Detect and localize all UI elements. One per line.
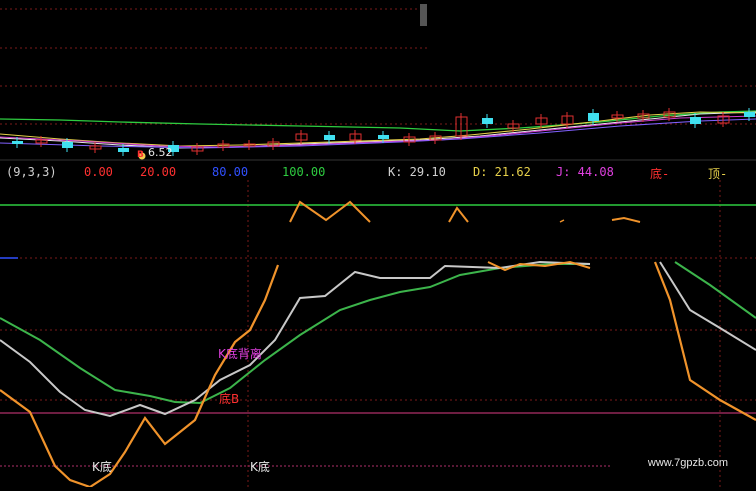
stock-chart bbox=[0, 8, 756, 489]
indicator-header: (9,3,3) 0.00 20.00 80.00 100.00 K: 29.10… bbox=[0, 164, 756, 181]
indicator-params: (9,3,3) bbox=[6, 165, 57, 179]
signal-peak bbox=[611, 216, 641, 223]
j-line-top bbox=[487, 260, 591, 272]
candle-body bbox=[744, 112, 755, 117]
bottom-signal-label: 底- bbox=[650, 167, 670, 181]
candle-body bbox=[324, 135, 335, 140]
signal-peak bbox=[559, 219, 565, 223]
candle-body bbox=[690, 117, 701, 124]
candle-body bbox=[482, 118, 493, 124]
j-value: J: 44.08 bbox=[556, 165, 614, 179]
k-line-right bbox=[659, 261, 756, 351]
divergence-annotation: K底背离 bbox=[218, 347, 262, 361]
signal-peak bbox=[448, 206, 469, 223]
scroll-handle[interactable] bbox=[420, 4, 427, 26]
candle-body bbox=[12, 141, 23, 144]
level-80-value: 80.00 bbox=[212, 165, 249, 179]
price-label: 6.52 bbox=[148, 146, 173, 159]
bottom-b-annotation: 底B bbox=[219, 392, 240, 406]
chart-stage[interactable]: B 6.52 (9,3,3) 0.00 20.00 80.00 100.00 K… bbox=[0, 0, 756, 489]
kdj-lines bbox=[0, 260, 756, 489]
candle-body bbox=[62, 142, 73, 148]
candle-body bbox=[118, 148, 129, 152]
candle-body bbox=[588, 113, 599, 121]
candlesticks bbox=[12, 108, 755, 156]
k-bottom-annotation-2: K底 bbox=[250, 460, 270, 474]
watermark: www.7gpzb.com bbox=[647, 457, 728, 469]
k-bottom-annotation-1: K底 bbox=[92, 460, 112, 474]
candle-body bbox=[378, 135, 389, 139]
ma-line-purple bbox=[0, 118, 756, 149]
level-20-value: 20.00 bbox=[140, 165, 177, 179]
buy-marker-label: B bbox=[137, 150, 144, 160]
d-value: D: 21.62 bbox=[473, 165, 531, 179]
top-signal-label: 顶- bbox=[708, 167, 728, 181]
level-0-value: 0.00 bbox=[84, 165, 113, 179]
d-line-right bbox=[674, 261, 756, 319]
k-value: K: 29.10 bbox=[388, 165, 446, 179]
d-line bbox=[0, 263, 590, 405]
level-100-value: 100.00 bbox=[282, 165, 326, 179]
j-line bbox=[0, 264, 280, 489]
